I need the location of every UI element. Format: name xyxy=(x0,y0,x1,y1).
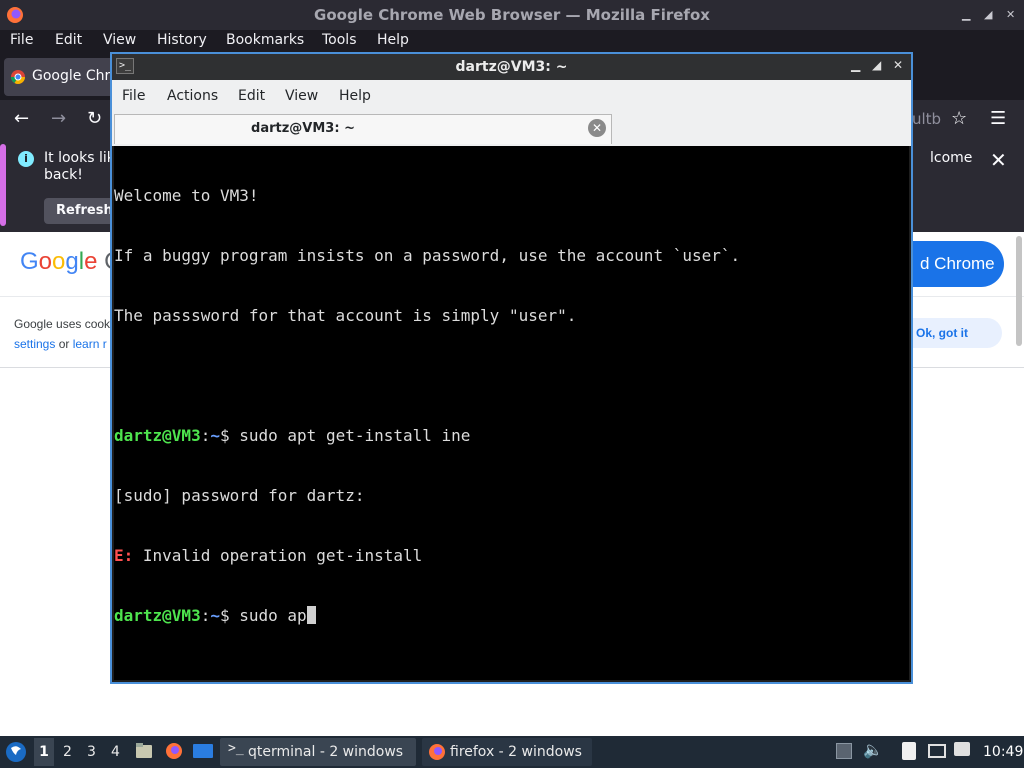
cookie-text: Google uses cook settings or learn r xyxy=(14,314,110,354)
google-logo[interactable]: Google C xyxy=(20,248,121,276)
ok-got-it-button[interactable]: Ok, got it xyxy=(908,318,1002,348)
terminal-menu-view[interactable]: View xyxy=(285,88,318,104)
bookmark-star-icon[interactable]: ☆ xyxy=(951,108,967,129)
prompt-path: ~ xyxy=(210,426,220,445)
prompt-dollar: $ xyxy=(219,426,240,445)
prompt-user: dartz@VM3 xyxy=(114,606,201,625)
network-icon[interactable] xyxy=(928,744,946,758)
prompt-path: ~ xyxy=(210,606,220,625)
terminal-tab-close-icon[interactable]: ✕ xyxy=(588,119,606,137)
refresh-button[interactable]: Refresh xyxy=(44,198,114,224)
terminal-close-icon[interactable]: ✕ xyxy=(893,58,903,72)
terminal-menu-actions[interactable]: Actions xyxy=(167,88,218,104)
firefox-menubar: File Edit View History Bookmarks Tools H… xyxy=(0,30,1024,54)
terminal-error-line: E: Invalid operation get-install xyxy=(114,546,909,566)
terminal-prompt-line: dartz@VM3:~$ sudo ap xyxy=(114,606,909,626)
workspace-3[interactable]: 3 xyxy=(87,736,96,768)
volume-icon[interactable]: 🔈 xyxy=(863,740,883,759)
firefox-window-title: Google Chrome Web Browser — Mozilla Fire… xyxy=(314,6,710,24)
menu-file[interactable]: File xyxy=(10,32,33,48)
cookie-settings-link[interactable]: settings xyxy=(14,337,55,351)
terminal-line: The passsword for that account is simply… xyxy=(114,306,577,325)
terminal-line: [sudo] password for dartz: xyxy=(114,486,365,505)
prompt-separator: : xyxy=(200,426,211,445)
command-input[interactable]: sudo ap xyxy=(239,606,306,625)
taskbar-firefox-label: firefox - 2 windows xyxy=(450,744,582,760)
prompt-separator: : xyxy=(200,606,211,625)
reload-icon[interactable]: ↻ xyxy=(87,108,102,129)
notification-tray-icon[interactable] xyxy=(954,742,970,756)
info-icon: i xyxy=(18,151,34,167)
terminal-window-title: dartz@VM3: ~ xyxy=(455,59,568,75)
terminal-menu-file[interactable]: File xyxy=(122,88,145,104)
menu-history[interactable]: History xyxy=(157,32,207,48)
error-prefix: E: xyxy=(114,546,134,565)
clock: 10:49 xyxy=(983,744,1024,760)
menu-bookmarks[interactable]: Bookmarks xyxy=(226,32,304,48)
notification-accent xyxy=(0,144,6,226)
cookie-or-text: or xyxy=(55,337,73,351)
workspace-1[interactable]: 1 xyxy=(34,738,54,766)
taskbar-terminal-label: qterminal - 2 windows xyxy=(248,744,404,760)
terminal-line: Welcome to VM3! xyxy=(114,186,259,205)
browser-tab-title: Google Chro xyxy=(32,68,119,84)
menu-view[interactable]: View xyxy=(103,32,136,48)
terminal-tab-title: dartz@VM3: ~ xyxy=(251,121,355,136)
terminal-text: Welcome to VM3! If a buggy program insis… xyxy=(114,146,909,646)
tray-app-icon[interactable] xyxy=(836,743,852,759)
cookie-learn-more-link[interactable]: learn r xyxy=(73,337,107,351)
terminal-task-icon: >_ xyxy=(228,741,244,756)
clipboard-icon[interactable] xyxy=(902,742,916,760)
close-icon[interactable]: ✕ xyxy=(1006,8,1015,21)
prompt-user: dartz@VM3 xyxy=(114,426,201,445)
terminal-prompt-line: dartz@VM3:~$ sudo apt get-install ine xyxy=(114,426,909,446)
prompt-dollar: $ xyxy=(219,606,240,625)
command-text: sudo apt get-install ine xyxy=(239,426,471,445)
terminal-maximize-icon[interactable]: ◢ xyxy=(872,58,881,72)
terminal-menu-edit[interactable]: Edit xyxy=(238,88,265,104)
workspace-2[interactable]: 2 xyxy=(63,736,72,768)
notification-line-1: It looks lik xyxy=(44,150,115,166)
urlbar-partial-text[interactable]: ultb xyxy=(912,110,941,128)
chrome-favicon-icon xyxy=(11,70,25,84)
notification-close-icon[interactable]: ✕ xyxy=(990,148,1007,172)
cookie-line-1: Google uses cook xyxy=(14,317,111,331)
menu-edit[interactable]: Edit xyxy=(55,32,82,48)
terminal-minimize-icon[interactable]: ▁ xyxy=(851,58,860,72)
desktop-icon[interactable] xyxy=(192,742,214,760)
hamburger-menu-icon[interactable]: ☰ xyxy=(990,108,1006,129)
download-chrome-button[interactable]: d Chrome xyxy=(908,241,1004,287)
error-text: Invalid operation get-install xyxy=(133,546,423,565)
file-manager-icon[interactable] xyxy=(134,741,154,761)
firefox-task-icon xyxy=(429,744,445,760)
notification-right-text: lcome xyxy=(930,150,973,166)
notification-message: It looks lik back! xyxy=(44,150,115,184)
text-cursor xyxy=(306,606,316,624)
menu-tools[interactable]: Tools xyxy=(322,32,357,48)
maximize-icon[interactable]: ◢ xyxy=(984,8,992,21)
start-menu-icon[interactable] xyxy=(5,741,27,763)
minimize-icon[interactable]: ▁ xyxy=(962,8,970,21)
workspace-4[interactable]: 4 xyxy=(111,736,120,768)
firefox-launcher-icon[interactable] xyxy=(164,741,184,761)
terminal-menubar: File Actions Edit View Help xyxy=(112,80,911,112)
page-scrollbar[interactable] xyxy=(1016,236,1022,346)
notification-line-2: back! xyxy=(44,167,83,183)
terminal-line: If a buggy program insists on a password… xyxy=(114,246,741,265)
terminal-menu-help[interactable]: Help xyxy=(339,88,371,104)
forward-icon[interactable]: → xyxy=(51,108,66,129)
back-icon[interactable]: ← xyxy=(14,108,29,129)
menu-help[interactable]: Help xyxy=(377,32,409,48)
